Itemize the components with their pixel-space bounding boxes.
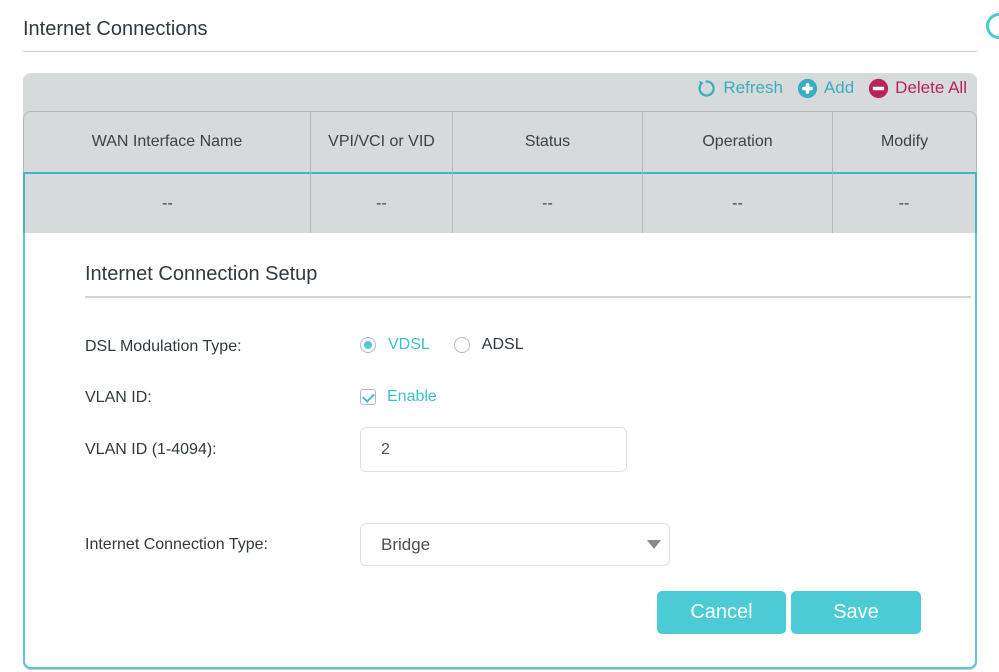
vlan-id-range-label: VLAN ID (1-4094): bbox=[85, 441, 217, 458]
connection-type-select[interactable]: Bridge bbox=[360, 523, 670, 566]
column-header-wan-interface-name: WAN Interface Name bbox=[23, 111, 311, 172]
save-button[interactable]: Save bbox=[791, 591, 921, 634]
vlan-id-input[interactable] bbox=[360, 427, 627, 472]
column-header-vpi-vci: VPI/VCI or VID bbox=[311, 111, 453, 172]
refresh-button[interactable]: Refresh bbox=[696, 78, 783, 99]
vdsl-radio[interactable] bbox=[360, 337, 376, 353]
connection-type-label: Internet Connection Type: bbox=[85, 536, 268, 553]
refresh-icon bbox=[698, 79, 716, 97]
column-header-status: Status bbox=[453, 111, 643, 172]
adsl-radio-label[interactable]: ADSL bbox=[482, 336, 524, 354]
vlan-id-label: VLAN ID: bbox=[85, 389, 152, 406]
delete-all-label: Delete All bbox=[895, 78, 967, 97]
wan-table-container: WAN Interface Name VPI/VCI or VID Status… bbox=[23, 111, 977, 233]
vlan-enable-group: Enable bbox=[360, 388, 437, 406]
setup-title: Internet Connection Setup bbox=[85, 263, 318, 285]
add-label: Add bbox=[823, 78, 855, 97]
plus-circle-icon bbox=[797, 78, 818, 98]
dsl-modulation-radio-group: VDSL ADSL bbox=[360, 336, 548, 354]
connection-type-value: Bridge bbox=[381, 535, 431, 554]
vdsl-radio-label[interactable]: VDSL bbox=[388, 336, 430, 354]
vlan-enable-checkbox[interactable] bbox=[360, 389, 376, 405]
cell-modify: -- bbox=[833, 172, 977, 233]
delete-all-button[interactable]: Delete All bbox=[868, 78, 967, 99]
chevron-down-icon bbox=[647, 540, 661, 549]
minus-circle-icon bbox=[869, 78, 889, 98]
table-toolbar: Refresh Add Delete All bbox=[696, 75, 967, 101]
title-divider bbox=[23, 51, 977, 52]
cell-vpi-vci: -- bbox=[311, 172, 453, 233]
column-header-operation: Operation bbox=[643, 111, 833, 172]
connection-setup-form: Internet Connection Setup DSL Modulation… bbox=[23, 233, 977, 669]
page-title: Internet Connections bbox=[23, 18, 208, 40]
cell-operation: -- bbox=[643, 172, 833, 233]
add-button[interactable]: Add bbox=[797, 78, 854, 99]
refresh-label: Refresh bbox=[723, 78, 783, 97]
table-row[interactable]: -- -- -- -- -- bbox=[23, 172, 977, 233]
dsl-modulation-label: DSL Modulation Type: bbox=[85, 338, 242, 355]
help-icon[interactable] bbox=[986, 13, 999, 39]
cell-wan-interface-name: -- bbox=[23, 172, 311, 233]
cell-status: -- bbox=[453, 172, 643, 233]
column-header-modify: Modify bbox=[833, 111, 977, 172]
table-header-row: WAN Interface Name VPI/VCI or VID Status… bbox=[23, 111, 977, 172]
setup-divider bbox=[85, 296, 971, 298]
cancel-button[interactable]: Cancel bbox=[657, 591, 786, 634]
wan-connections-panel: Refresh Add Delete All WAN Interface Nam… bbox=[23, 73, 977, 233]
wan-table: WAN Interface Name VPI/VCI or VID Status… bbox=[23, 111, 977, 233]
adsl-radio[interactable] bbox=[453, 337, 470, 353]
vlan-enable-label[interactable]: Enable bbox=[387, 388, 437, 406]
